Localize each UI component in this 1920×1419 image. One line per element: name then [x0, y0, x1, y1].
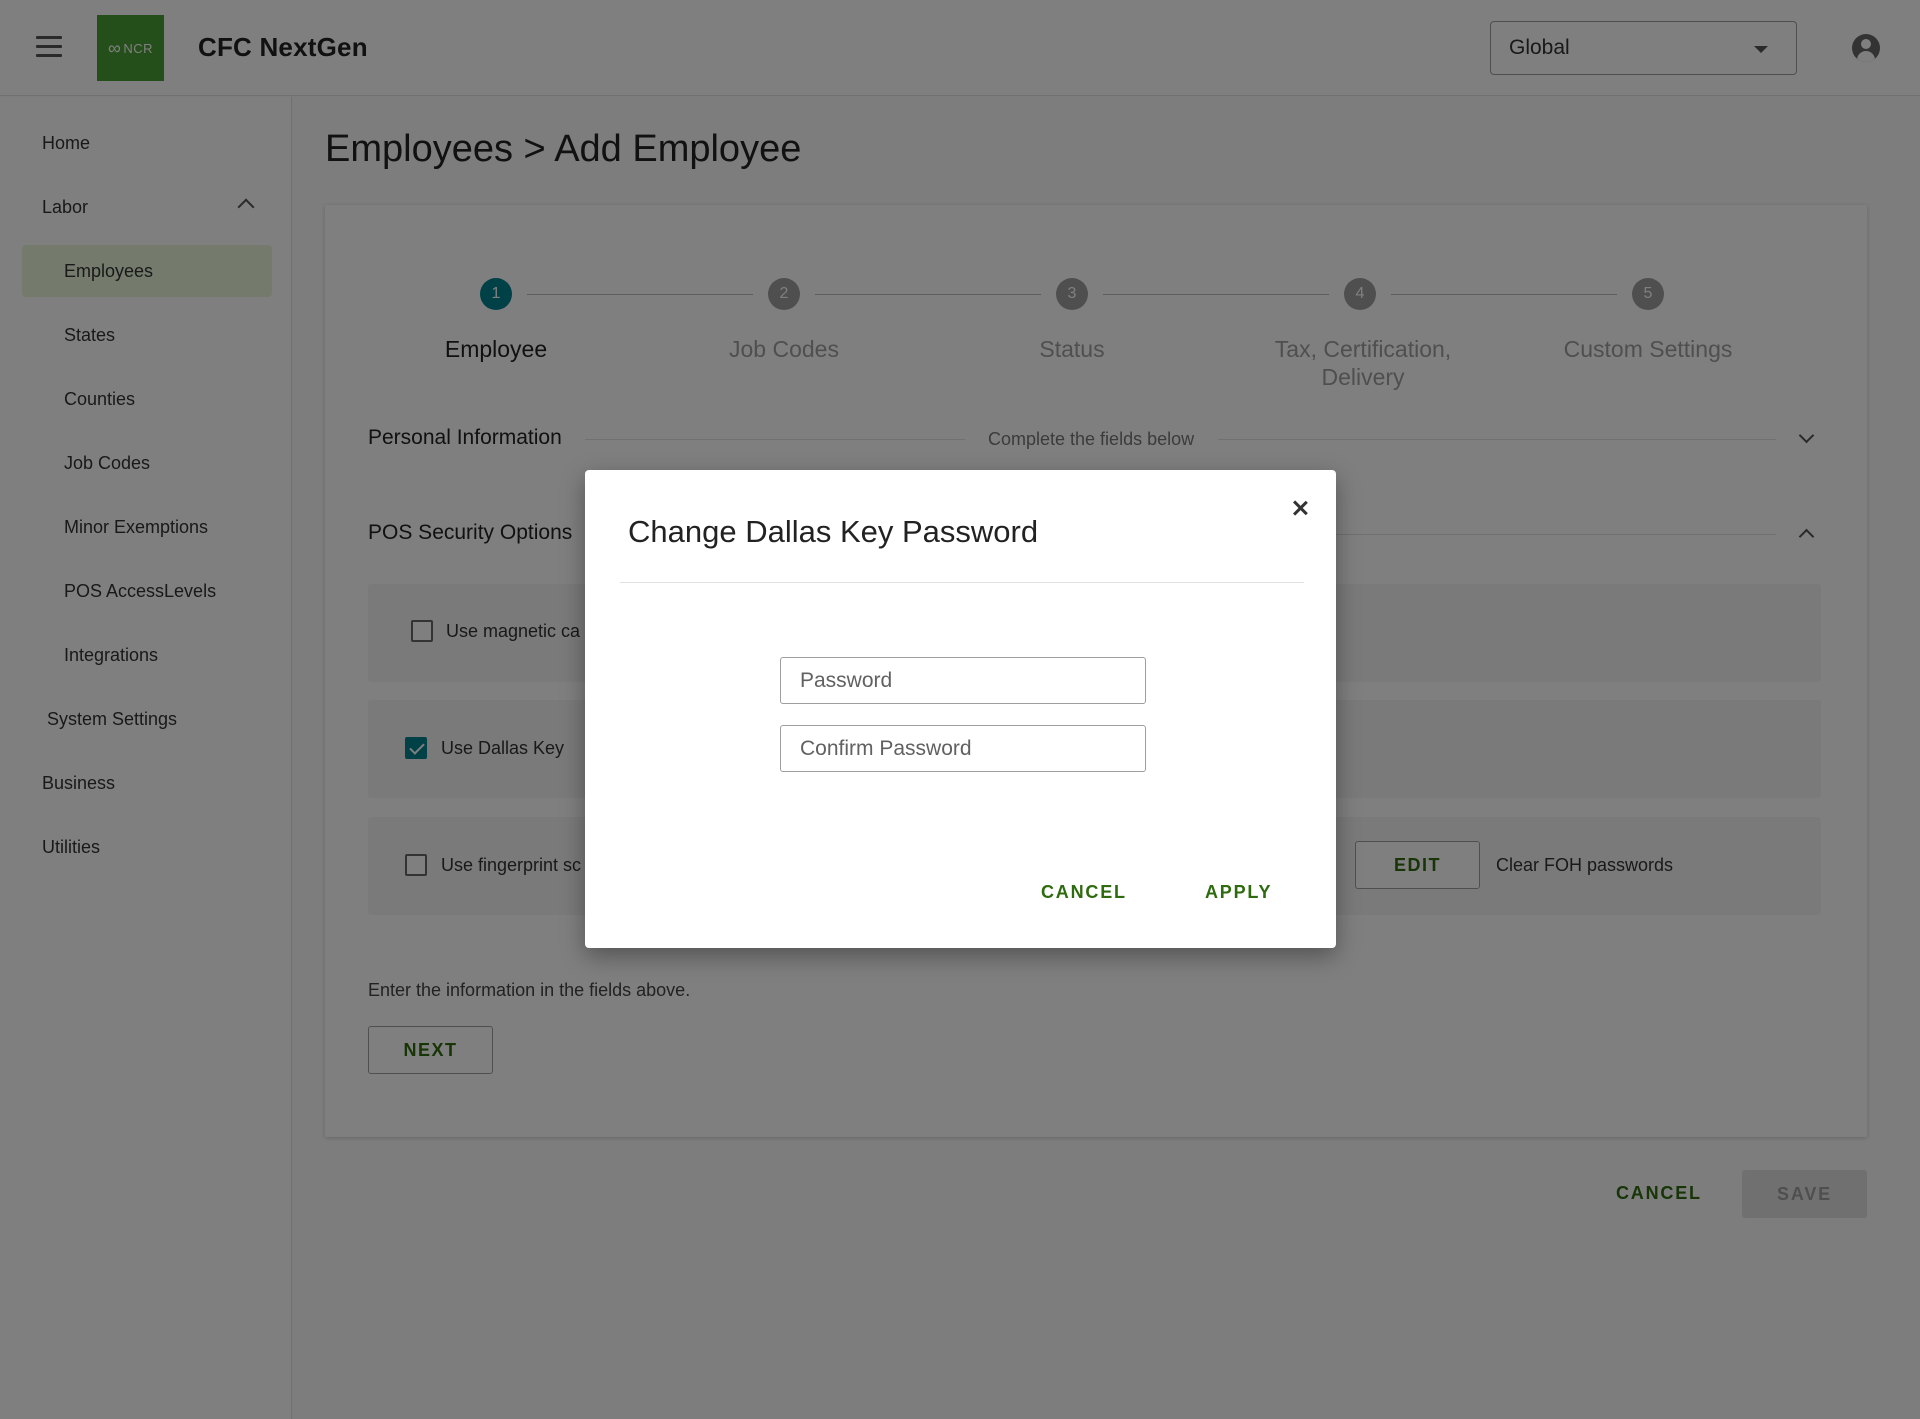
change-dallas-key-dialog: Change Dallas Key Password CANCEL APPLY — [585, 470, 1336, 948]
confirm-password-input[interactable] — [780, 725, 1146, 772]
close-icon[interactable] — [1288, 496, 1312, 520]
dialog-apply-button[interactable]: APPLY — [1205, 882, 1272, 903]
dialog-title: Change Dallas Key Password — [628, 514, 1039, 549]
dialog-divider — [620, 582, 1304, 583]
password-input[interactable] — [780, 657, 1146, 704]
dialog-cancel-button[interactable]: CANCEL — [1041, 882, 1127, 903]
